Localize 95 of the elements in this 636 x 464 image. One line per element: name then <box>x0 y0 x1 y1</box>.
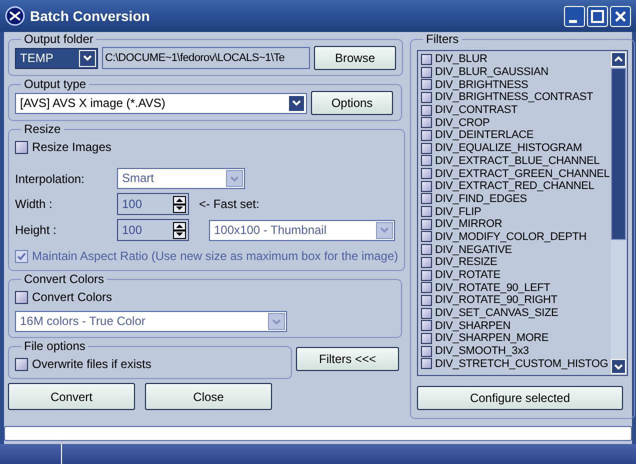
caret-icon <box>292 100 301 106</box>
group-label: Filters <box>425 33 460 46</box>
checkbox[interactable] <box>421 282 432 294</box>
filter-name[interactable]: DIV_RESIZE <box>435 256 498 268</box>
checkbox[interactable] <box>421 256 432 268</box>
checkbox-label: Overwrite files if exists <box>32 356 152 373</box>
scroll-up-icon[interactable] <box>610 52 626 67</box>
checkbox[interactable] <box>15 140 28 154</box>
minimize-icon[interactable] <box>564 6 585 26</box>
filter-name[interactable]: DIV_SHARPEN <box>435 320 510 332</box>
group-label: File options <box>23 340 86 353</box>
group-label: Convert Colors <box>23 273 106 286</box>
configure-selected-button[interactable]: Configure selected <box>417 386 623 410</box>
filter-name[interactable]: DIV_ROTATE_90_RIGHT <box>435 294 558 306</box>
folder-dropdown[interactable]: TEMP <box>15 48 98 68</box>
checkbox[interactable] <box>421 79 432 90</box>
checkbox[interactable] <box>421 54 432 65</box>
filter-name[interactable]: DIV_SMOOTH_3x3 <box>435 345 529 358</box>
filter-name[interactable]: DIV_FIND_EDGES <box>435 192 527 205</box>
scrollbar[interactable] <box>610 52 626 374</box>
group-label: Output folder <box>23 33 94 46</box>
filter-name[interactable]: DIV_CROP <box>435 116 490 129</box>
filter-name[interactable]: DIV_BRIGHTNESS <box>435 78 528 91</box>
filter-name[interactable]: DIV_ROTATE <box>435 269 500 282</box>
checkbox[interactable] <box>421 193 432 204</box>
field-label: <- Fast set: <box>199 196 260 213</box>
checkbox[interactable] <box>421 358 432 370</box>
checkbox[interactable] <box>421 332 432 344</box>
checkbox[interactable] <box>421 320 432 332</box>
filter-name[interactable]: DIV_CONTRAST <box>435 104 518 116</box>
filter-name[interactable]: DIV_BRIGHTNESS_CONTRAST <box>435 91 593 104</box>
filter-name[interactable]: DIV_SHARPEN_MORE <box>435 332 549 344</box>
number-field[interactable]: 100 <box>117 219 189 241</box>
checkbox[interactable] <box>421 142 432 154</box>
close-icon[interactable] <box>610 6 631 26</box>
field-label: Height : <box>15 222 58 239</box>
convert-button[interactable]: Convert <box>8 383 135 410</box>
caret-icon <box>230 176 239 182</box>
spinner-arrows-icon[interactable] <box>173 196 186 212</box>
checkbox[interactable] <box>421 308 432 319</box>
caret-icon <box>83 55 92 61</box>
checkbox[interactable] <box>15 358 28 370</box>
filter-name[interactable]: DIV_DEINTERLACE <box>435 129 534 142</box>
checkbox[interactable] <box>421 155 432 166</box>
checkbox[interactable] <box>421 206 432 218</box>
group-label: Output type <box>23 78 88 91</box>
browse-button[interactable]: Browse <box>314 46 396 70</box>
filter-name[interactable]: DIV_BLUR <box>435 53 488 66</box>
checkbox[interactable] <box>421 66 432 78</box>
caret-icon <box>272 318 281 324</box>
path-field[interactable]: C:\DOCUME~1\fedorov\LOCALS~1\Te <box>102 47 310 69</box>
field-label: Interpolation: <box>15 170 86 188</box>
checkbox[interactable] <box>421 117 432 128</box>
checkbox[interactable] <box>421 244 432 256</box>
spinner-arrows-icon[interactable] <box>173 222 186 238</box>
filter-name[interactable]: DIV_ROTATE_90_LEFT <box>435 282 550 294</box>
filter-name[interactable]: DIV_EXTRACT_GREEN_CHANNEL <box>435 168 610 180</box>
checkbox[interactable] <box>421 346 432 357</box>
number-field[interactable]: 100 <box>117 193 189 215</box>
checkbox[interactable] <box>421 180 432 192</box>
checkbox[interactable] <box>421 104 432 116</box>
app-logo-icon <box>5 6 25 26</box>
filters-toggle-button[interactable]: Filters <<< <box>296 347 399 371</box>
filter-name[interactable]: DIV_NEGATIVE <box>435 244 512 256</box>
window-title: Batch Conversion <box>30 6 151 26</box>
close-button[interactable]: Close <box>145 383 272 410</box>
filter-name[interactable]: DIV_FLIP <box>435 206 482 218</box>
checkbox[interactable] <box>15 290 28 304</box>
field-label: Width : <box>15 196 54 213</box>
checkbox[interactable] <box>421 218 432 230</box>
checkbox[interactable] <box>421 294 432 306</box>
options-button[interactable]: Options <box>311 91 393 115</box>
checkbox[interactable] <box>421 270 432 281</box>
filter-name[interactable]: DIV_STRETCH_CUSTOM_HISTOG <box>435 358 608 370</box>
group-label: Resize <box>23 123 62 136</box>
filter-name[interactable]: DIV_EXTRACT_BLUE_CHANNEL <box>435 154 600 167</box>
filter-name[interactable]: DIV_BLUR_GAUSSIAN <box>435 66 548 78</box>
filter-name[interactable]: DIV_MIRROR <box>435 218 502 230</box>
checkbox[interactable] <box>421 168 432 180</box>
checkbox[interactable] <box>421 130 432 141</box>
checkbox[interactable] <box>421 231 432 242</box>
filter-name[interactable]: DIV_MODIFY_COLOR_DEPTH <box>435 230 586 243</box>
format-dropdown[interactable]: [AVS] AVS X image (*.AVS) <box>15 92 307 114</box>
checkbox-label: Maintain Aspect Ratio (Use new size as maximum box for the image) <box>32 248 398 265</box>
checkbox-label: Resize Images <box>32 139 112 156</box>
checkmark-icon <box>17 252 26 260</box>
filter-name[interactable]: DIV_EQUALIZE_HISTOGRAM <box>435 142 582 154</box>
filter-name[interactable]: DIV_EXTRACT_RED_CHANNEL <box>435 180 594 192</box>
filter-name[interactable]: DIV_SET_CANVAS_SIZE <box>435 307 558 320</box>
checkbox[interactable] <box>421 92 432 103</box>
checkbox-label: Convert Colors <box>32 289 112 306</box>
scroll-thumb[interactable] <box>610 68 626 240</box>
scroll-down-icon[interactable] <box>610 359 626 374</box>
maximize-icon[interactable] <box>587 6 608 26</box>
caret-icon <box>380 227 389 233</box>
